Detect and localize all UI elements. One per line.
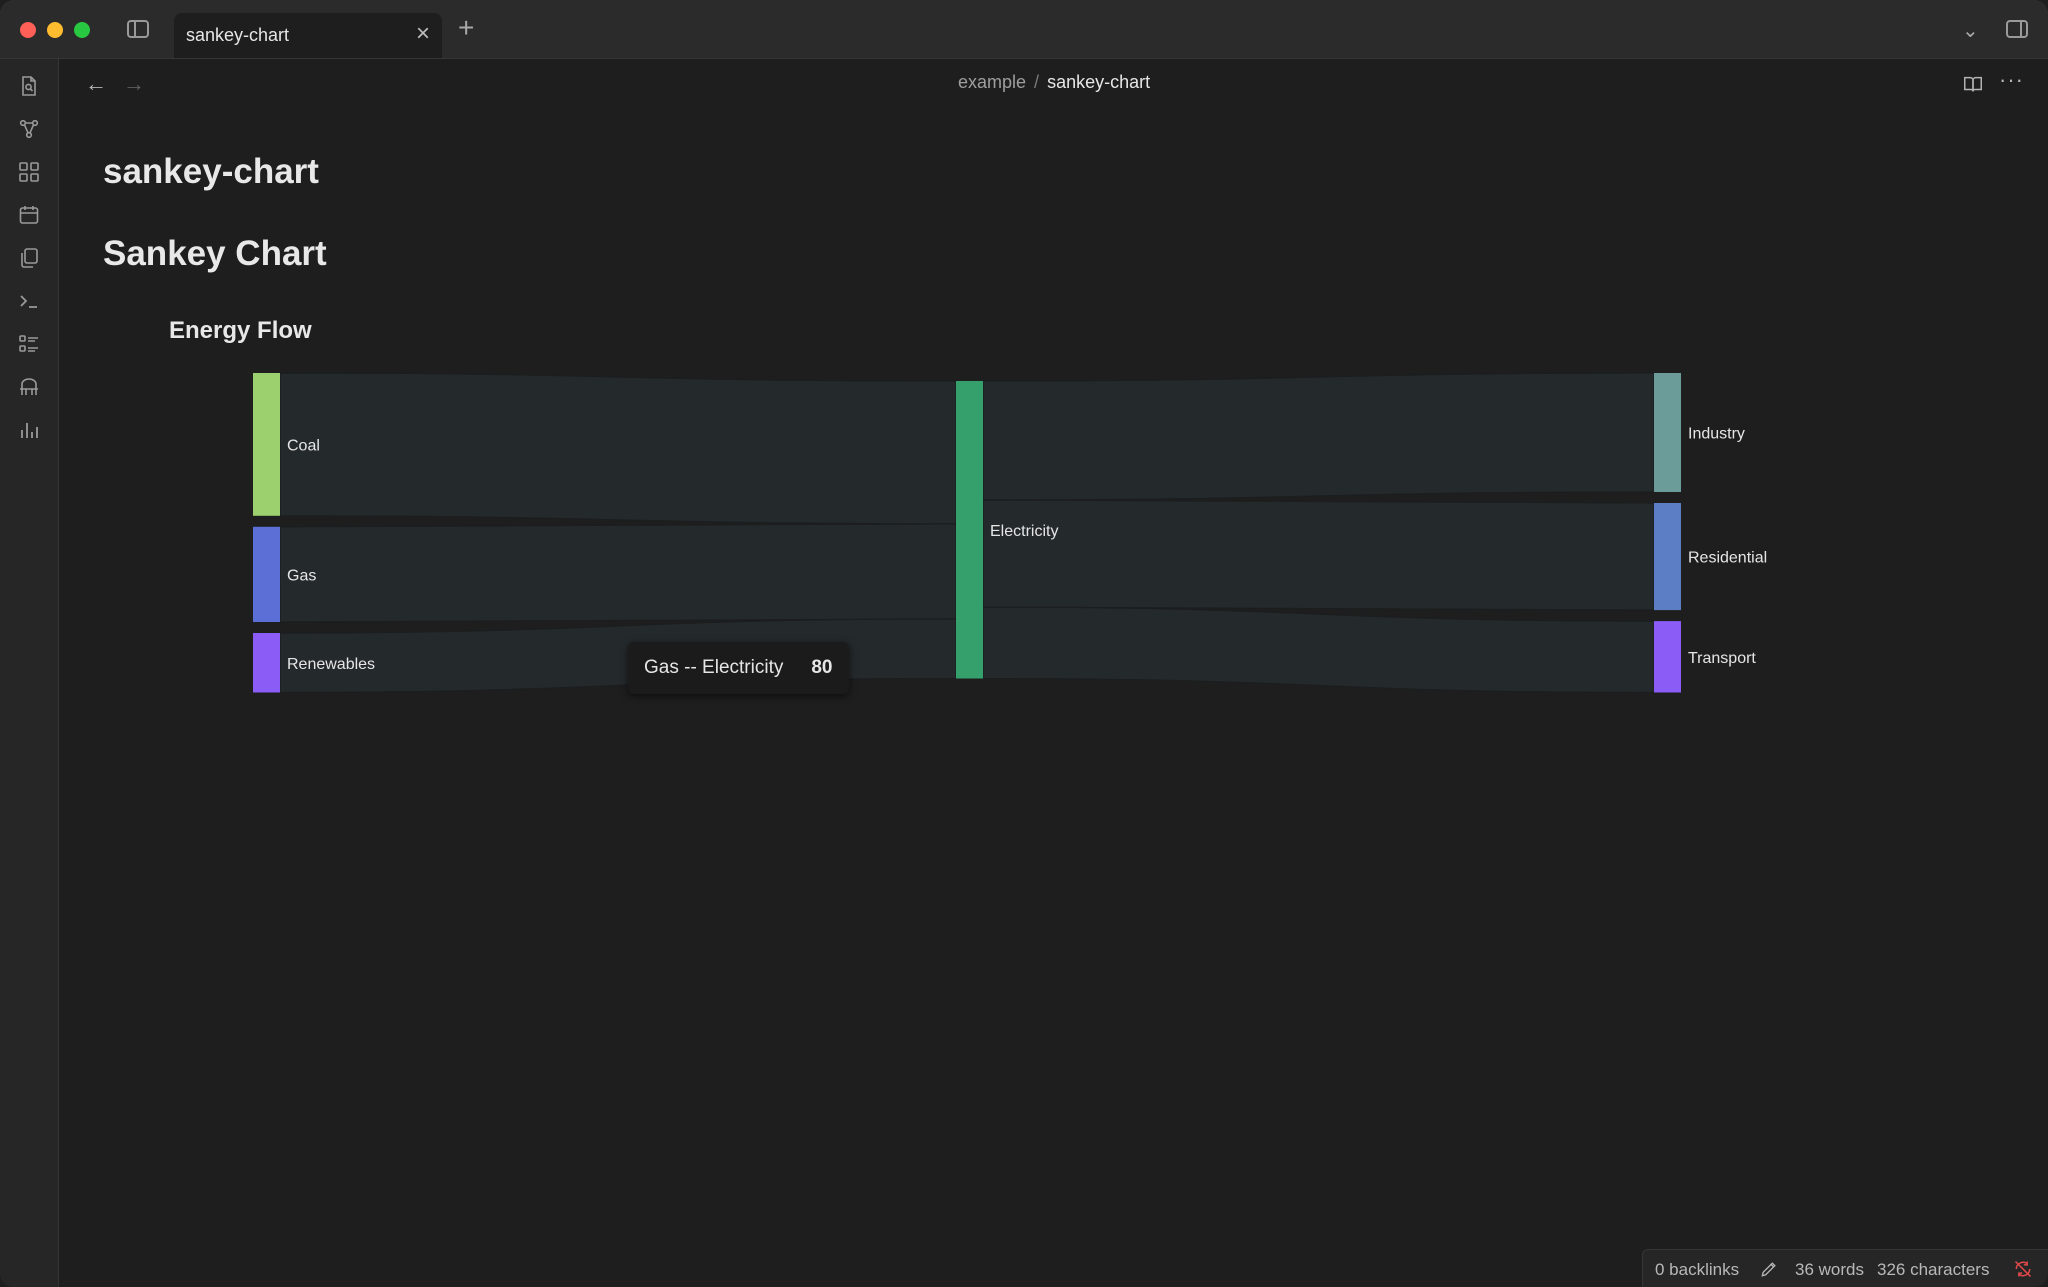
- node-industry: [1654, 373, 1681, 492]
- canvas-icon[interactable]: [17, 160, 41, 184]
- bookmark-stand-icon[interactable]: [17, 375, 41, 399]
- new-tab-icon[interactable]: +: [458, 14, 474, 42]
- terminal-icon[interactable]: [17, 289, 41, 313]
- sankey-chart: Energy Flow Coal Gas Renewables Electricity I…: [169, 317, 1767, 694]
- inline-title[interactable]: sankey-chart: [103, 152, 319, 192]
- calendar-icon[interactable]: [17, 203, 41, 227]
- chart-icon[interactable]: [17, 418, 41, 442]
- kanban-icon[interactable]: [17, 332, 41, 356]
- more-options-icon[interactable]: ···: [1999, 67, 2024, 93]
- character-count: 326 characters: [1877, 1260, 1990, 1279]
- node-label-transport: Transport: [1688, 650, 1756, 667]
- sync-off-icon[interactable]: [2013, 1259, 2033, 1284]
- chevron-down-icon[interactable]: ⌄: [1962, 18, 1979, 43]
- node-label-coal: Coal: [287, 437, 320, 454]
- title-bar: sankey-chart × + ⌄: [0, 0, 2048, 59]
- node-renewables: [253, 633, 280, 693]
- word-count: 36 words: [1795, 1260, 1864, 1279]
- breadcrumb: example / sankey-chart: [958, 72, 1150, 93]
- backlinks-count[interactable]: 0 backlinks: [1655, 1260, 1739, 1280]
- reading-mode-icon[interactable]: [1962, 73, 1984, 95]
- close-window-button[interactable]: [20, 22, 36, 38]
- chart-title: Energy Flow: [169, 317, 312, 344]
- link-renewables-electricity: [279, 618, 957, 694]
- node-label-gas: Gas: [287, 567, 316, 584]
- status-bar: 0 backlinks 36 words 326 characters: [1642, 1249, 2048, 1287]
- node-transport: [1654, 621, 1681, 693]
- back-arrow-icon[interactable]: ←: [85, 71, 107, 97]
- pencil-icon[interactable]: [1759, 1259, 1779, 1284]
- ribbon: [0, 59, 59, 1287]
- link-electricity-transport: [982, 606, 1655, 694]
- node-label-renewables: Renewables: [287, 656, 375, 673]
- link-gas-electricity: [279, 523, 957, 623]
- tooltip-label: Gas -- Electricity: [644, 657, 784, 678]
- zoom-window-button[interactable]: [74, 22, 90, 38]
- app-window: sankey-chart × + ⌄ ← → example / sankey-…: [0, 0, 2048, 1287]
- close-icon[interactable]: ×: [416, 22, 430, 46]
- link-electricity-residential: [982, 499, 1655, 611]
- node-residential: [1654, 503, 1681, 611]
- forward-arrow-icon[interactable]: →: [123, 71, 145, 97]
- node-label-industry: Industry: [1688, 426, 1745, 443]
- node-label-electricity: Electricity: [990, 523, 1058, 540]
- node-electricity: [956, 381, 983, 679]
- breadcrumb-separator: /: [1034, 72, 1040, 92]
- node-coal: [253, 373, 280, 516]
- node-gas: [253, 526, 280, 622]
- search-file-icon[interactable]: [17, 74, 41, 98]
- minimize-window-button[interactable]: [47, 22, 63, 38]
- link-electricity-industry: [982, 372, 1655, 501]
- right-sidebar-toggle-icon[interactable]: [2006, 20, 2028, 38]
- breadcrumb-file[interactable]: sankey-chart: [1047, 72, 1150, 92]
- node-label-residential: Residential: [1688, 550, 1767, 567]
- breadcrumb-folder[interactable]: example: [958, 72, 1026, 92]
- tab-label: sankey-chart: [186, 25, 290, 45]
- sidebar-toggle-icon[interactable]: [127, 20, 149, 38]
- tab-sankey-chart[interactable]: sankey-chart ×: [174, 13, 442, 58]
- tooltip-value: 80: [811, 657, 833, 678]
- graph-view-icon[interactable]: [17, 117, 41, 141]
- chart-tooltip: Gas -- Electricity 80: [628, 642, 849, 694]
- editor-pane: ← → example / sankey-chart ··· sankey-char…: [59, 59, 2048, 1287]
- page-heading: Sankey Chart: [103, 234, 327, 273]
- link-coal-electricity: [279, 372, 957, 525]
- copy-icon[interactable]: [17, 246, 41, 270]
